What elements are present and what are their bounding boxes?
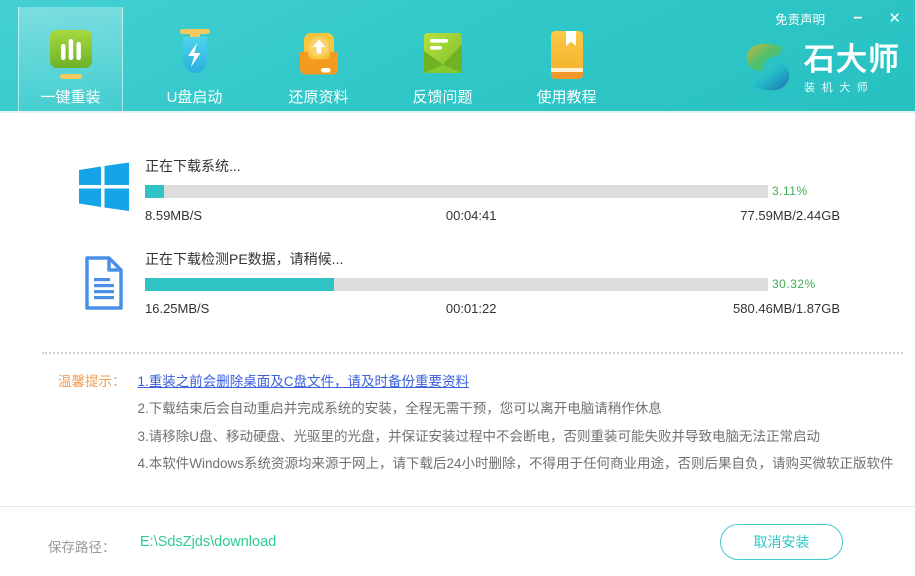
tab-tutorial[interactable]: 使用教程	[514, 0, 619, 113]
download-title: 正在下载检测PE数据，请稍候...	[145, 249, 840, 269]
footer-bar: 保存路径： E:\SdsZjds\download 取消安装	[0, 506, 915, 576]
tab-restore-data[interactable]: 还原资料	[266, 0, 371, 113]
windows-logo-icon	[75, 158, 133, 221]
tab-one-key-reinstall[interactable]: 一键重装	[18, 7, 123, 113]
usb-drive-icon	[171, 28, 219, 84]
close-button[interactable]: ✕	[888, 11, 901, 26]
disclaimer-link[interactable]: 免责声明	[775, 9, 825, 28]
download-time-remaining: 00:01:22	[446, 301, 497, 316]
brand-subtitle: 装机大师	[804, 79, 900, 95]
tab-label: 使用教程	[536, 86, 596, 107]
save-path-value: E:\SdsZjds\download	[140, 534, 276, 550]
tip-item-backup-warning[interactable]: 1.重装之前会删除桌面及C盘文件，请及时备份重要资料	[138, 368, 894, 395]
progress-bar	[145, 185, 768, 198]
tips-section: 温馨提示： 1.重装之前会删除桌面及C盘文件，请及时备份重要资料 2.下载结束后…	[58, 368, 895, 477]
nav-tabs: 一键重装 U盘启动	[18, 0, 638, 113]
brand-name: 石大师	[804, 44, 900, 77]
app-window: 一键重装 U盘启动	[0, 0, 915, 576]
document-icon	[77, 252, 131, 319]
download-speed: 16.25MB/S	[145, 301, 209, 316]
progress-percent: 3.11%	[772, 184, 808, 198]
tip-item: 4.本软件Windows系统资源均来源于网上，请下载后24小时删除，不得用于任何…	[138, 450, 894, 477]
titlebar: 免责声明 − ✕	[775, 9, 901, 28]
download-row-system: 正在下载系统... 3.11% 8.59MB/S 00:04:41 77.59M…	[75, 156, 840, 223]
minimize-button[interactable]: −	[853, 11, 862, 27]
download-row-pe-data: 正在下载检测PE数据，请稍候... 30.32% 16.25MB/S 00:01…	[75, 249, 840, 316]
tip-item: 2.下载结束后会自动重启并完成系统的安装，全程无需干预，您可以离开电脑请稍作休息	[138, 395, 894, 422]
tab-label: U盘启动	[167, 86, 223, 107]
header-nav: 一键重装 U盘启动	[0, 0, 915, 113]
cancel-install-button[interactable]: 取消安装	[720, 524, 843, 560]
tab-usb-boot[interactable]: U盘启动	[142, 0, 247, 113]
brand-logo: 石大师 装机大师	[741, 40, 900, 99]
progress-bar	[145, 278, 768, 291]
progress-percent: 30.32%	[772, 277, 816, 291]
download-size-progress: 77.59MB/2.44GB	[740, 208, 840, 223]
book-icon	[543, 28, 591, 84]
download-title: 正在下载系统...	[145, 156, 840, 176]
progress-fill	[145, 278, 334, 291]
tips-label: 温馨提示：	[58, 368, 126, 477]
download-speed: 8.59MB/S	[145, 208, 202, 223]
chart-bars-icon	[47, 28, 95, 84]
mail-feedback-icon	[419, 28, 467, 84]
brand-logo-icon	[741, 40, 795, 99]
tab-label: 反馈问题	[412, 86, 472, 107]
tab-feedback[interactable]: 反馈问题	[390, 0, 495, 113]
tab-label: 一键重装	[40, 86, 100, 107]
download-size-progress: 580.46MB/1.87GB	[733, 301, 840, 316]
dashed-divider	[42, 352, 903, 354]
progress-fill	[145, 185, 164, 198]
tab-label: 还原资料	[288, 86, 348, 107]
download-time-remaining: 00:04:41	[446, 208, 497, 223]
restore-box-icon	[295, 28, 343, 84]
save-path-label: 保存路径：	[48, 536, 116, 556]
tip-item: 3.请移除U盘、移动硬盘、光驱里的光盘，并保证安装过程中不会断电，否则重装可能失…	[138, 423, 894, 450]
tips-list: 1.重装之前会删除桌面及C盘文件，请及时备份重要资料 2.下载结束后会自动重启并…	[138, 368, 894, 477]
